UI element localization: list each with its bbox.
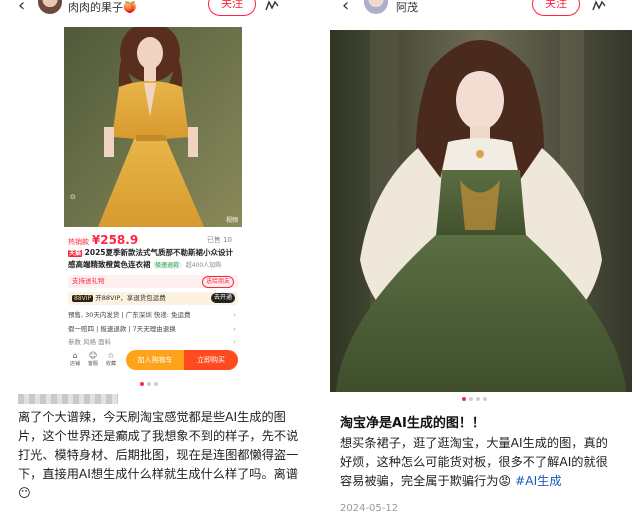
store-icon[interactable]: ⌂ 店铺	[68, 351, 82, 368]
share-icon[interactable]	[592, 0, 606, 15]
vip-badge: 88VIP	[72, 295, 94, 302]
post-body: 离了个大谱辣，今天刷淘宝感觉都是些AI生成的图片，这个世界还是癫成了我想象不到的…	[18, 410, 299, 500]
avatar[interactable]	[364, 0, 388, 14]
post-title: 淘宝净是AI生成的图！！	[340, 416, 485, 431]
carousel-indicator	[462, 397, 487, 401]
video-label: 视频	[225, 217, 238, 224]
username[interactable]: 阿茂	[396, 2, 418, 14]
popular-chip: 超400人加购	[185, 262, 222, 269]
back-icon[interactable]: ‹	[342, 0, 349, 16]
username[interactable]: 肉肉的果子🍑	[68, 2, 137, 14]
post-header: ‹ 阿茂 关注	[320, 0, 640, 22]
product-screenshot: ⊙ 视频 热销款 ¥258.9 已售 10 天猫 2025夏季新款法式气质那不勒…	[64, 27, 242, 382]
post-header: ‹ 肉肉的果子🍑 关注	[0, 0, 320, 22]
gift-button[interactable]: 送给朋友	[201, 276, 234, 288]
vip-banner[interactable]: 88VIP 开88VIP，享退货包运费 去开通	[68, 292, 238, 305]
follow-button[interactable]: 关注	[208, 0, 256, 16]
hashtag-link[interactable]: #AI生成	[515, 474, 562, 488]
add-to-cart-button[interactable]: 加入购物车	[126, 350, 184, 370]
back-icon[interactable]: ‹	[18, 0, 25, 16]
service-icon[interactable]: ☺ 客服	[86, 351, 100, 368]
follow-button[interactable]: 关注	[532, 0, 580, 16]
post-date: 2024-05-12	[340, 503, 399, 514]
gift-banner[interactable]: 支持送礼物 送给朋友	[68, 275, 238, 288]
service-row[interactable]: 假一赔四 | 极速退款 | 7天无理由退换 ›	[68, 323, 238, 335]
share-icon[interactable]	[265, 0, 279, 15]
product-title: 天猫 2025夏季新款法式气质那不勒斯裙小众设计感高端精致橙黄色连衣裙 极速退款…	[68, 248, 234, 269]
product-photo: ⊙ 视频	[64, 27, 242, 227]
tmall-badge: 天猫	[68, 250, 83, 257]
refund-chip: 极速退款	[153, 262, 182, 269]
price: ¥258.9	[91, 233, 139, 247]
buy-now-button[interactable]: 立即购买	[184, 350, 238, 370]
right-post-panel: ‹ 阿茂 关注 淘宝净是AI生成的图！！ 想买条裙子，逛了逛淘宝，大量AI生成的…	[320, 0, 640, 525]
hot-label: 热销款	[68, 238, 89, 246]
left-post-panel: ‹ 肉肉的果子🍑 关注 ⊙ 视频 热销款 ¥258.9 已售 10 天猫 202…	[0, 0, 320, 525]
delivery-row[interactable]: 预售, 30天内发货 | 广东深圳 快递: 免运费 ›	[68, 309, 238, 321]
post-body: 想买条裙子，逛了逛淘宝，大量AI生成的图，真的好烦，这种怎么可能货对板，很多不了…	[340, 436, 608, 488]
price-row: 热销款 ¥258.9 已售 10	[68, 233, 238, 247]
params-row[interactable]: 参数 风格 面料 ›	[68, 336, 238, 348]
product-action-bar: ⌂ 店铺 ☺ 客服 ☆ 收藏 加入购物车 立即购买	[64, 349, 242, 373]
star-icon[interactable]: ☆ 收藏	[104, 351, 118, 368]
blurred-text	[18, 394, 118, 404]
vip-button[interactable]: 去开通	[210, 293, 235, 303]
carousel-indicator	[140, 382, 158, 386]
post-image[interactable]	[330, 30, 632, 392]
avatar[interactable]	[38, 0, 62, 14]
sold-count: 已售 10	[206, 236, 232, 244]
svg-text:⊙: ⊙	[70, 193, 76, 201]
